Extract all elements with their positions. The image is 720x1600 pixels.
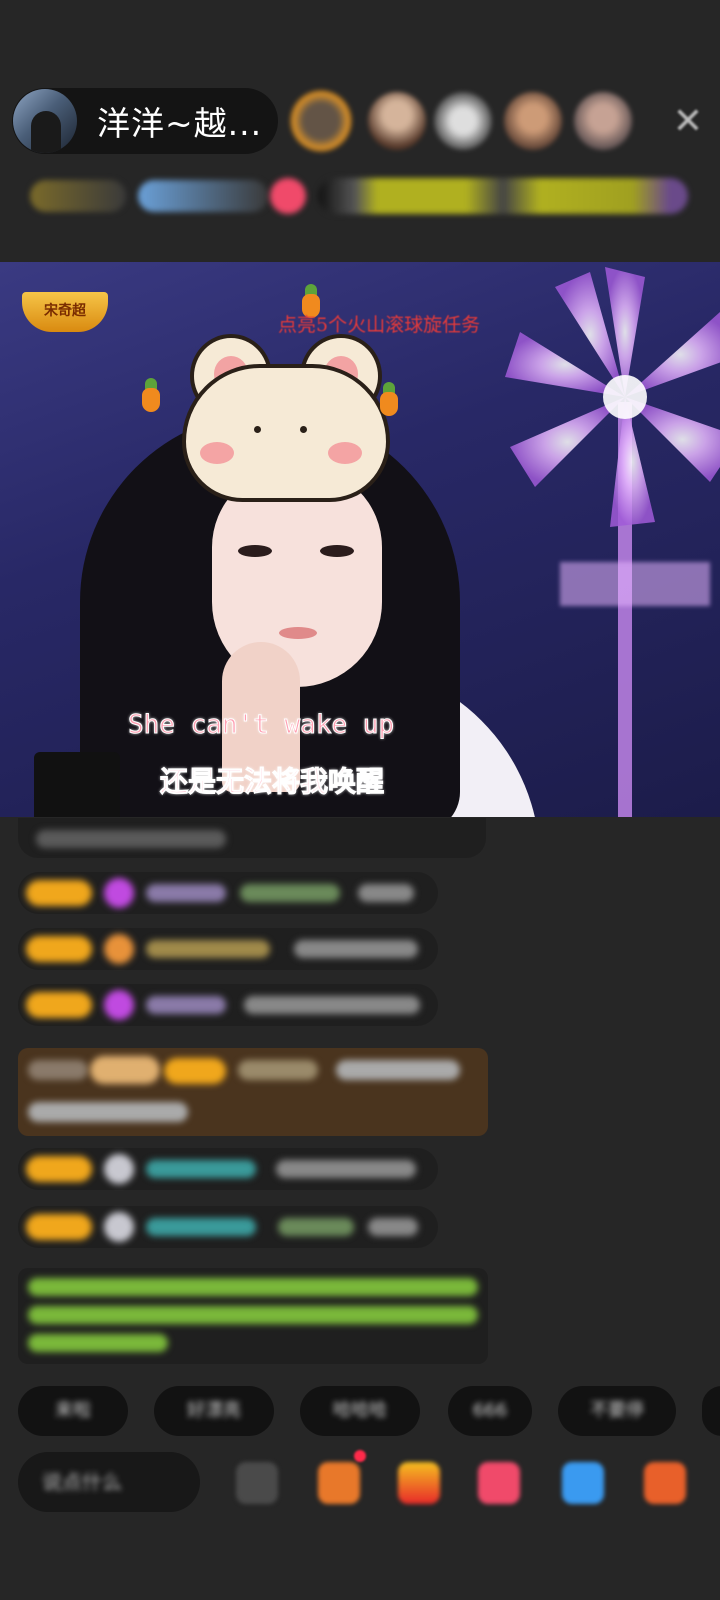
task-banner: 点亮5个火山滚球旋任务 bbox=[278, 314, 481, 336]
gem-icon bbox=[104, 1212, 134, 1242]
fries-icon[interactable] bbox=[398, 1462, 440, 1504]
system-message bbox=[18, 1268, 488, 1364]
emoji-icon[interactable] bbox=[236, 1462, 278, 1504]
logo-badge: 宋奇超 bbox=[22, 292, 108, 332]
level-badge bbox=[26, 1156, 92, 1182]
host-avatar[interactable] bbox=[13, 89, 77, 153]
activity-banner[interactable] bbox=[318, 178, 688, 214]
viewer-avatar[interactable] bbox=[574, 92, 632, 150]
gem-icon bbox=[104, 934, 134, 964]
bunny-sticker bbox=[182, 334, 390, 502]
quick-reply-chip[interactable]: 来啦 bbox=[18, 1386, 128, 1436]
chat-message bbox=[18, 984, 438, 1026]
chat-input[interactable]: 说点什么 bbox=[18, 1452, 200, 1512]
chat-message bbox=[18, 818, 486, 858]
gem-icon bbox=[104, 878, 134, 908]
gift-box-icon[interactable] bbox=[318, 1462, 360, 1504]
gift-message bbox=[18, 1048, 488, 1136]
viewer-avatar[interactable] bbox=[290, 90, 352, 152]
lyrics-english: She can't wake up bbox=[127, 710, 395, 741]
viewer-avatar[interactable] bbox=[504, 92, 562, 150]
carrot-icon bbox=[140, 378, 162, 412]
badge-row bbox=[0, 176, 720, 216]
close-icon[interactable]: ✕ bbox=[668, 102, 708, 142]
hot-icon[interactable] bbox=[270, 178, 306, 214]
carrot-icon bbox=[378, 382, 400, 416]
background-panel bbox=[560, 562, 710, 606]
game-icon[interactable] bbox=[562, 1462, 604, 1504]
heart-gift-icon[interactable] bbox=[478, 1462, 520, 1504]
rank-badge[interactable] bbox=[30, 180, 126, 212]
viewer-avatar[interactable] bbox=[368, 92, 426, 150]
chat-message bbox=[18, 872, 438, 914]
fans-badge[interactable] bbox=[138, 180, 268, 212]
lyrics-chinese: 还是无法将我唤醒 bbox=[159, 765, 385, 799]
level-badge bbox=[26, 936, 92, 962]
live-video[interactable]: 宋奇超 点亮5个火山滚球旋任务 She can't wake up 还是无法将我… bbox=[0, 262, 720, 817]
chat-message bbox=[18, 1148, 438, 1190]
microphone bbox=[34, 752, 120, 817]
quick-reply-chip[interactable] bbox=[702, 1386, 720, 1436]
level-badge bbox=[26, 1214, 92, 1240]
level-badge bbox=[26, 880, 92, 906]
host-profile-pill[interactable]: 洋洋~越... bbox=[12, 88, 278, 154]
more-icon[interactable] bbox=[644, 1462, 686, 1504]
chat-message bbox=[18, 1206, 438, 1248]
gem-icon bbox=[104, 990, 134, 1020]
level-badge bbox=[26, 992, 92, 1018]
host-name[interactable]: 洋洋~越... bbox=[97, 97, 262, 145]
quick-reply-chip[interactable]: 666 bbox=[448, 1386, 532, 1436]
notification-dot bbox=[354, 1450, 366, 1462]
windmill-decoration bbox=[505, 267, 720, 817]
chat-message bbox=[18, 928, 438, 970]
gem-icon bbox=[104, 1154, 134, 1184]
quick-reply-chip[interactable]: 哈哈哈 bbox=[300, 1386, 420, 1436]
quick-reply-chip[interactable]: 好漂亮 bbox=[154, 1386, 274, 1436]
viewer-avatar[interactable] bbox=[434, 92, 492, 150]
quick-reply-chip[interactable]: 不要停 bbox=[558, 1386, 676, 1436]
